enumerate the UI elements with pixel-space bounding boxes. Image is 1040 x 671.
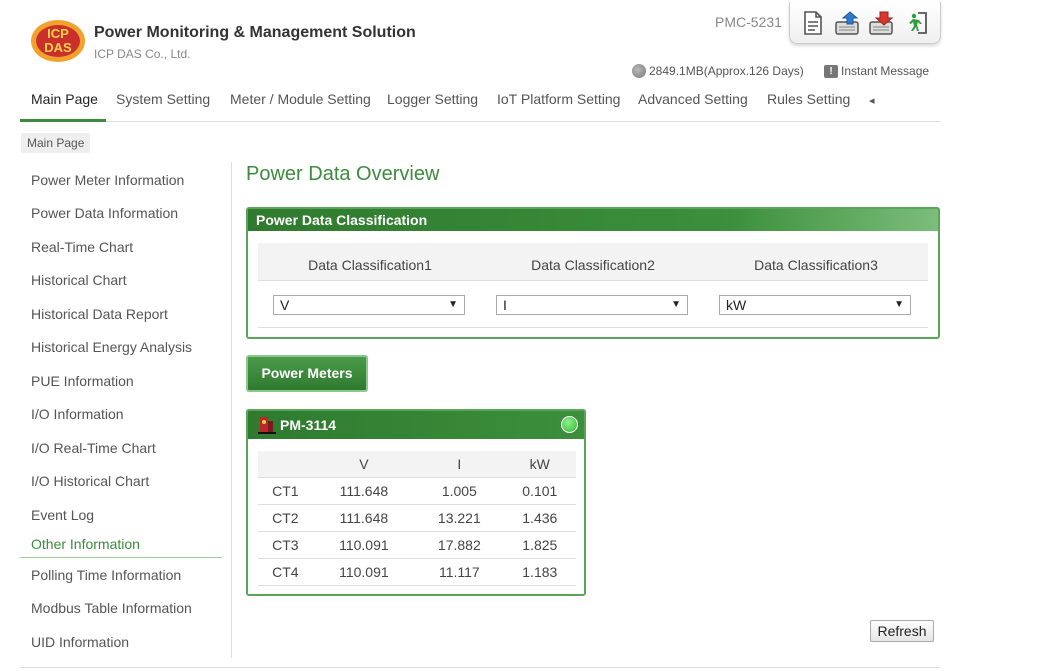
table-row: CT4 110.091 11.117 1.183 bbox=[258, 558, 576, 586]
sidebar-item-event-log[interactable]: Event Log bbox=[31, 507, 94, 523]
dropdown-arrow-icon: ▼ bbox=[894, 299, 904, 310]
dropdown-arrow-icon: ▼ bbox=[671, 299, 681, 310]
table-cell: 110.091 bbox=[312, 558, 416, 586]
power-meters-button[interactable]: Power Meters bbox=[246, 355, 368, 392]
meter-name: PM-3114 bbox=[280, 417, 337, 433]
sidebar-item-power-meter-information[interactable]: Power Meter Information bbox=[31, 172, 184, 188]
storage-text: 2849.1MB(Approx.126 Days) bbox=[649, 64, 804, 78]
breadcrumb[interactable]: Main Page bbox=[21, 133, 91, 153]
table-row: CT2 111.648 13.221 1.436 bbox=[258, 504, 576, 532]
table-cell: CT2 bbox=[258, 504, 313, 532]
instant-message-label: Instant Message bbox=[841, 64, 930, 78]
classification-label-2: Data Classification2 bbox=[531, 257, 655, 273]
brand-subtitle: ICP DAS Co., Ltd. bbox=[94, 47, 191, 61]
classification-select-3[interactable]: kW ▼ bbox=[719, 295, 911, 315]
sidebar-item-io-information[interactable]: I/O Information bbox=[31, 406, 124, 422]
table-cell: 1.005 bbox=[415, 477, 504, 505]
table-cell: 1.825 bbox=[503, 531, 576, 559]
refresh-button[interactable]: Refresh bbox=[870, 620, 934, 642]
meter-table: V I kW CT1 111.648 1.005 0.101 CT2 111.6… bbox=[258, 451, 576, 586]
dropdown-arrow-icon: ▼ bbox=[448, 299, 458, 310]
disk-icon bbox=[632, 64, 646, 78]
table-cell: 11.117 bbox=[415, 558, 504, 586]
sidebar-item-real-time-chart[interactable]: Real-Time Chart bbox=[31, 239, 133, 255]
download-icon[interactable] bbox=[868, 9, 896, 37]
nav-system-setting[interactable]: System Setting bbox=[116, 91, 210, 107]
nav-scroll-left-icon[interactable]: ◂ bbox=[869, 94, 875, 107]
classification-panel: Power Data Classification Data Classific… bbox=[246, 207, 940, 339]
classification-select-1[interactable]: V ▼ bbox=[273, 295, 465, 315]
nav-iot-platform-setting[interactable]: IoT Platform Setting bbox=[497, 91, 620, 107]
logout-icon[interactable] bbox=[903, 9, 931, 37]
meter-panel-header: PM-3114 bbox=[248, 411, 584, 439]
table-cell: 1.436 bbox=[503, 504, 576, 532]
sidebar-item-pue-information[interactable]: PUE Information bbox=[31, 373, 134, 389]
sidebar-item-uid-information[interactable]: UID Information bbox=[31, 634, 129, 650]
svg-text:DAS: DAS bbox=[44, 40, 72, 55]
device-model: PMC-5231 bbox=[715, 14, 782, 30]
meter-panel: PM-3114 V I kW CT1 111.648 1.005 0.101 C… bbox=[246, 409, 586, 596]
classification-panel-title: Power Data Classification bbox=[248, 209, 938, 231]
document-icon[interactable] bbox=[799, 9, 827, 37]
company-logo: ICP DAS bbox=[30, 17, 86, 63]
toolbar bbox=[789, 2, 941, 44]
table-cell: 0.101 bbox=[503, 477, 576, 505]
table-row: CT3 110.091 17.882 1.825 bbox=[258, 531, 576, 559]
svg-text:ICP: ICP bbox=[47, 26, 69, 41]
table-cell: CT1 bbox=[258, 477, 313, 505]
nav-meter-module-setting[interactable]: Meter / Module Setting bbox=[230, 91, 371, 107]
footer-divider bbox=[20, 667, 940, 668]
sidebar-item-modbus-table-information[interactable]: Modbus Table Information bbox=[31, 600, 192, 616]
nav-active-indicator bbox=[20, 119, 106, 122]
sidebar-item-power-data-information[interactable]: Power Data Information bbox=[31, 205, 178, 221]
table-cell: 13.221 bbox=[415, 504, 504, 532]
sidebar-item-historical-energy-analysis[interactable]: Historical Energy Analysis bbox=[31, 339, 192, 355]
storage-status: 2849.1MB(Approx.126 Days) bbox=[632, 64, 804, 78]
table-cell: 1.183 bbox=[503, 558, 576, 586]
nav-main-page[interactable]: Main Page bbox=[31, 91, 98, 107]
sidebar-item-historical-data-report[interactable]: Historical Data Report bbox=[31, 306, 168, 322]
sidebar-item-io-historical-chart[interactable]: I/O Historical Chart bbox=[31, 473, 149, 489]
meter-device-icon bbox=[257, 415, 277, 435]
sidebar: Power Meter Information Power Data Infor… bbox=[20, 162, 232, 658]
table-cell: 111.648 bbox=[312, 504, 416, 532]
column-header: kW bbox=[503, 451, 576, 478]
column-header: V bbox=[312, 451, 416, 478]
sidebar-item-other-information[interactable]: Other Information bbox=[20, 530, 222, 558]
select-value: kW bbox=[726, 297, 747, 313]
main-nav: Main Page System Setting Meter / Module … bbox=[20, 86, 940, 122]
instant-message-link[interactable]: ! Instant Message bbox=[824, 64, 929, 78]
sidebar-item-label: Other Information bbox=[31, 536, 140, 552]
classification-select-2[interactable]: I ▼ bbox=[496, 295, 688, 315]
sidebar-item-polling-time-information[interactable]: Polling Time Information bbox=[31, 567, 181, 583]
table-cell: 110.091 bbox=[312, 531, 416, 559]
select-value: V bbox=[280, 297, 290, 313]
sidebar-item-historical-chart[interactable]: Historical Chart bbox=[31, 272, 127, 288]
table-cell: 111.648 bbox=[312, 477, 416, 505]
select-value: I bbox=[503, 297, 507, 313]
classification-header-row: Data Classification1 Data Classification… bbox=[258, 243, 928, 281]
divider bbox=[258, 327, 928, 328]
nav-advanced-setting[interactable]: Advanced Setting bbox=[638, 91, 748, 107]
message-icon: ! bbox=[824, 64, 838, 78]
table-cell: CT4 bbox=[258, 558, 313, 586]
upload-icon[interactable] bbox=[834, 9, 862, 37]
nav-logger-setting[interactable]: Logger Setting bbox=[387, 91, 478, 107]
sidebar-item-io-real-time-chart[interactable]: I/O Real-Time Chart bbox=[31, 440, 156, 456]
table-header-row: V I kW bbox=[258, 451, 576, 478]
classification-label-3: Data Classification3 bbox=[754, 257, 878, 273]
status-indicator-icon bbox=[561, 416, 578, 433]
classification-label-1: Data Classification1 bbox=[308, 257, 432, 273]
table-cell: 17.882 bbox=[415, 531, 504, 559]
brand-title: Power Monitoring & Management Solution bbox=[94, 24, 416, 41]
column-header bbox=[258, 451, 313, 478]
page-title: Power Data Overview bbox=[246, 163, 440, 185]
table-row: CT1 111.648 1.005 0.101 bbox=[258, 477, 576, 505]
table-cell: CT3 bbox=[258, 531, 313, 559]
column-header: I bbox=[415, 451, 504, 478]
nav-rules-setting[interactable]: Rules Setting bbox=[767, 91, 850, 107]
